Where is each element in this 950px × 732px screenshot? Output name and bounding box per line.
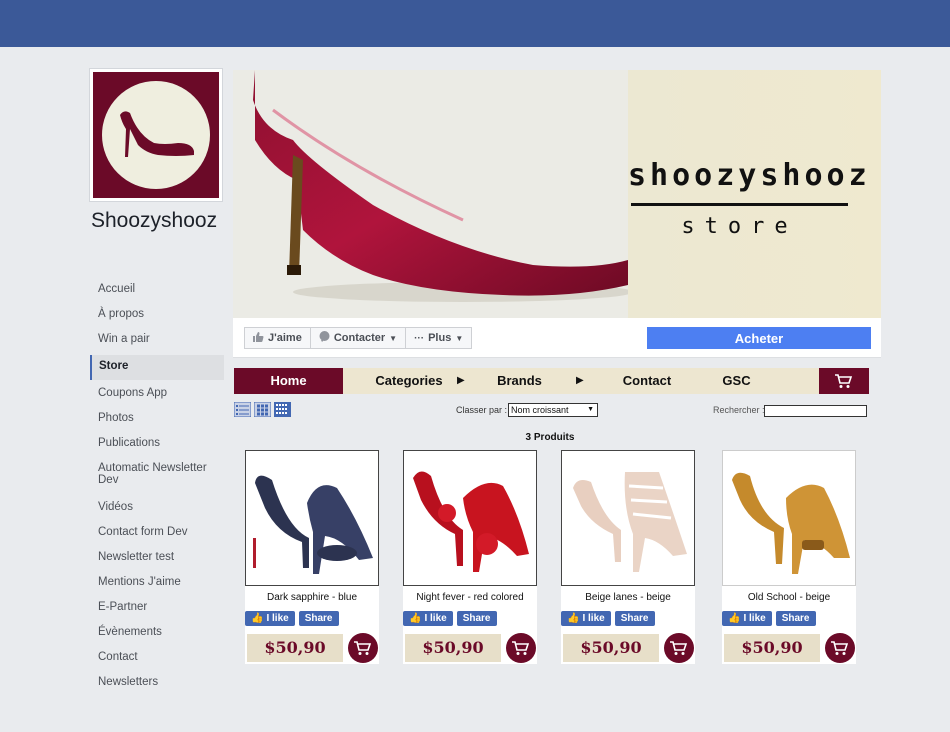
nav-contact[interactable]: Contact — [607, 368, 687, 394]
product-count: 3 Produits — [525, 432, 575, 443]
share-button[interactable]: Share — [614, 611, 655, 626]
sidebar-item-accueil[interactable]: Accueil — [90, 278, 224, 303]
product-price: $50,90 — [724, 634, 820, 662]
thumbs-up-icon: 👍 — [728, 613, 741, 624]
share-button[interactable]: Share — [298, 611, 339, 626]
like-button[interactable]: 👍 I like — [403, 611, 453, 626]
add-to-cart-icon[interactable] — [348, 633, 378, 663]
cover-brand-title: shoozyshooz — [628, 158, 871, 193]
shoe-logo-icon — [102, 81, 210, 189]
sidebar-item-win-a-pair[interactable]: Win a pair — [90, 328, 224, 353]
like-button-label: I like — [582, 613, 605, 624]
cover-brand-subtitle: store — [681, 214, 798, 239]
sort-select[interactable]: Nom croissant ▼ — [508, 403, 598, 417]
sidebar-item-contact-form[interactable]: Contact form Dev — [90, 521, 224, 546]
like-page-label: J'aime — [268, 332, 302, 344]
caret-down-icon: ▼ — [389, 333, 398, 343]
caret-down-icon: ▼ — [587, 406, 594, 413]
nav-categories[interactable]: Categories — [359, 368, 459, 394]
product-image-tan-pump[interactable] — [722, 450, 856, 586]
ellipsis-icon: ··· — [414, 332, 425, 344]
product-image-red-pump[interactable] — [403, 450, 537, 586]
sidebar-item-newsletter-test[interactable]: Newsletter test — [90, 546, 224, 571]
sidebar-item-store[interactable]: Store — [90, 355, 224, 380]
product-price: $50,90 — [247, 634, 343, 662]
thumbs-up-icon: 👍 — [251, 613, 264, 624]
product-card[interactable]: Night fever - red colored 👍 I like Share … — [403, 450, 537, 664]
thumbs-up-icon — [253, 331, 264, 345]
search-label: Rechercher : — [713, 405, 765, 415]
like-page-button[interactable]: J'aime — [244, 327, 311, 349]
product-name[interactable]: Beige lanes - beige — [561, 586, 695, 610]
compact-grid-view-icon[interactable] — [274, 402, 291, 417]
caret-down-icon: ▼ — [455, 333, 464, 343]
sidebar-item-a-propos[interactable]: À propos — [90, 303, 224, 328]
contact-button[interactable]: Contacter ▼ — [310, 327, 407, 349]
buy-button[interactable]: Acheter — [647, 327, 871, 349]
share-button[interactable]: Share — [456, 611, 497, 626]
like-button[interactable]: 👍 I like — [561, 611, 611, 626]
thumbs-up-icon: 👍 — [567, 613, 580, 624]
messenger-icon — [319, 331, 330, 345]
arrow-right-icon: ▶ — [576, 375, 584, 386]
sort-label: Classer par : — [456, 405, 508, 415]
product-card[interactable]: Old School - beige 👍 I like Share $50,90 — [722, 450, 856, 664]
product-card[interactable]: Dark sapphire - blue 👍 I like Share $50,9… — [245, 450, 379, 664]
like-button-label: I like — [424, 613, 447, 624]
sort-value: Nom croissant — [511, 405, 569, 415]
arrow-right-icon: ▶ — [457, 375, 465, 386]
nav-home[interactable]: Home — [234, 368, 343, 394]
more-button[interactable]: ··· Plus ▼ — [406, 327, 473, 349]
sidebar-item-evenements[interactable]: Évènements — [90, 621, 224, 646]
sidebar-item-coupons-app[interactable]: Coupons App — [90, 382, 224, 407]
sidebar-item-mentions-jaime[interactable]: Mentions J'aime — [90, 571, 224, 596]
view-toggle-group — [234, 402, 291, 417]
product-price: $50,90 — [405, 634, 501, 662]
search-input[interactable] — [764, 405, 867, 417]
store-navigation: Home Categories ▶ Brands ▶ Contact GSC — [234, 368, 869, 394]
profile-picture[interactable] — [89, 68, 223, 202]
product-price: $50,90 — [563, 634, 659, 662]
add-to-cart-icon[interactable] — [506, 633, 536, 663]
add-to-cart-icon[interactable] — [664, 633, 694, 663]
red-pump-image — [233, 70, 633, 318]
thumbs-up-icon: 👍 — [409, 613, 422, 624]
sidebar-item-newsletters[interactable]: Newsletters — [90, 671, 224, 696]
sidebar-item-contact[interactable]: Contact — [90, 646, 224, 671]
list-view-icon[interactable] — [234, 402, 251, 417]
product-name[interactable]: Night fever - red colored — [403, 586, 537, 610]
sidebar-nav: Accueil À propos Win a pair Store Coupon… — [90, 278, 224, 696]
page-action-bar: J'aime Contacter ▼ ··· Plus ▼ Acheter — [233, 318, 881, 358]
like-button[interactable]: 👍 I like — [722, 611, 772, 626]
product-name[interactable]: Old School - beige — [722, 586, 856, 610]
sidebar-item-photos[interactable]: Photos — [90, 407, 224, 432]
facebook-top-bar — [0, 0, 950, 47]
sidebar-item-publications[interactable]: Publications — [90, 432, 224, 457]
product-card[interactable]: Beige lanes - beige 👍 I like Share $50,90 — [561, 450, 695, 664]
add-to-cart-icon[interactable] — [825, 633, 855, 663]
cover-photo[interactable]: shoozyshooz store — [233, 70, 881, 318]
cover-divider — [631, 203, 848, 206]
sidebar-item-automatic-newsletter[interactable]: Automatic Newsletter Dev — [90, 457, 224, 496]
sidebar-item-e-partner[interactable]: E-Partner — [90, 596, 224, 621]
product-image-beige-bootie[interactable] — [561, 450, 695, 586]
more-label: Plus — [428, 332, 452, 344]
like-button-label: I like — [266, 613, 289, 624]
product-name[interactable]: Dark sapphire - blue — [245, 586, 379, 610]
share-button[interactable]: Share — [775, 611, 816, 626]
product-image-blue-pump[interactable] — [245, 450, 379, 586]
sidebar-item-videos[interactable]: Vidéos — [90, 496, 224, 521]
nav-brands[interactable]: Brands — [482, 368, 557, 394]
nav-gsc[interactable]: GSC — [709, 368, 764, 394]
like-button-label: I like — [743, 613, 766, 624]
contact-label: Contacter — [333, 332, 386, 344]
page-name[interactable]: Shoozyshooz — [91, 209, 217, 233]
grid-view-icon[interactable] — [254, 402, 271, 417]
like-button[interactable]: 👍 I like — [245, 611, 295, 626]
cart-icon[interactable] — [819, 368, 869, 394]
